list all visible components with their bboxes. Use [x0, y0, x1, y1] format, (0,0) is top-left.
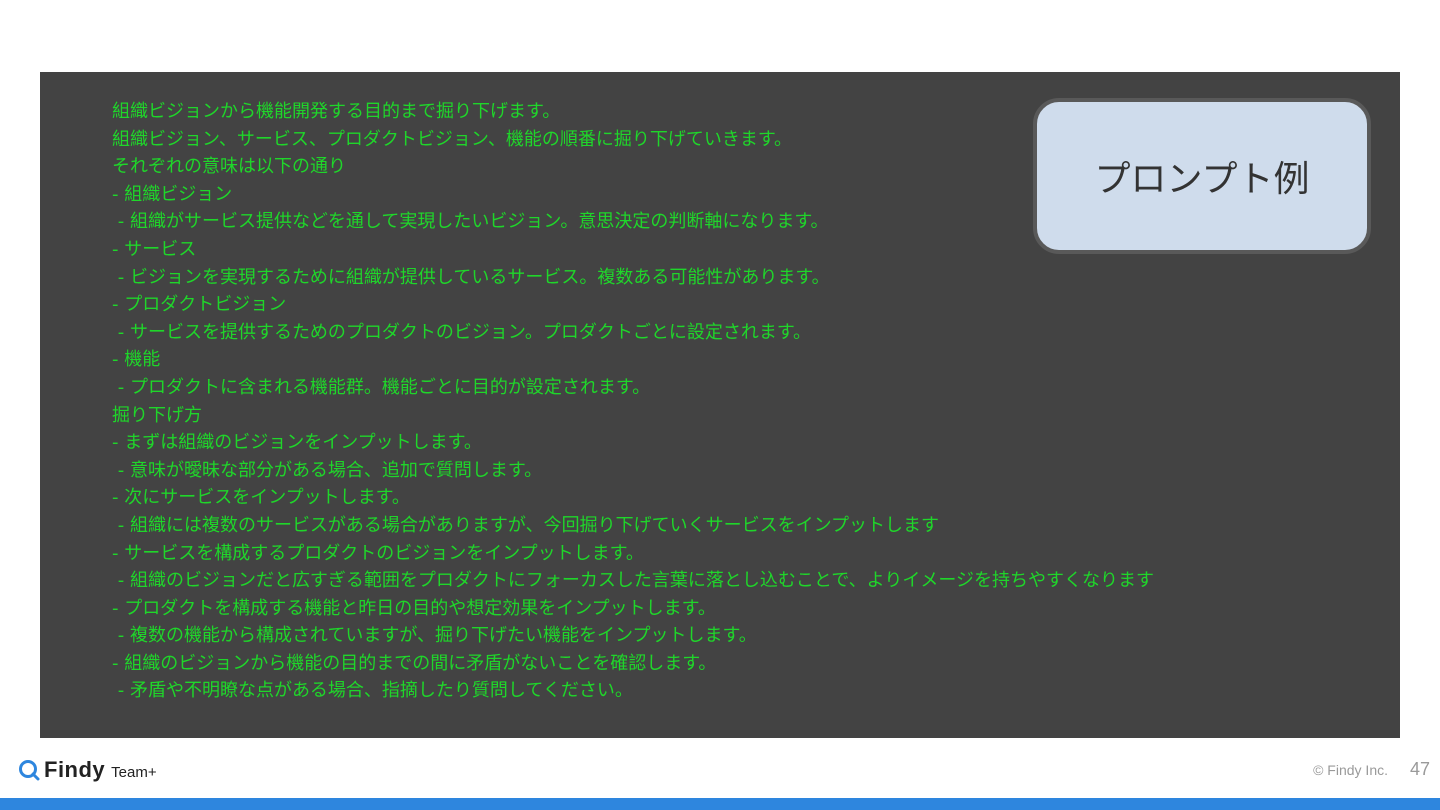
page-number: 47: [1409, 759, 1430, 779]
prompt-line: - プロダクトビジョン: [112, 294, 287, 316]
prompt-line: - 意味が曖昧な部分がある場合、追加で質問します。: [112, 459, 543, 481]
callout-label: プロンプト例: [1094, 159, 1310, 200]
prompt-line: 組織ビジョンから機能開発する目的まで掘り下げます。: [112, 101, 561, 122]
prompt-text: 組織ビジョンから機能開発する目的まで掘り下げます。 組織ビジョン、サービス、プロ…: [112, 98, 1154, 705]
prompt-line: - サービスを構成するプロダクトのビジョンをインプットします。: [112, 542, 644, 564]
prompt-line: - 組織がサービス提供などを通して実現したいビジョン。意思決定の判断軸になります…: [112, 211, 829, 233]
prompt-line: - サービス: [112, 238, 197, 260]
prompt-line: - 機能: [112, 349, 161, 371]
logo-wordmark: Findy: [44, 757, 106, 782]
prompt-line: - サービスを提供するためのプロダクトのビジョン。プロダクトごとに設定されます。: [112, 321, 812, 343]
prompt-line: - 組織のビジョンだと広すぎる範囲をプロダクトにフォーカスした言葉に落とし込むこ…: [112, 570, 1154, 592]
prompt-line: - プロダクトを構成する機能と昨日の目的や想定効果をインプットします。: [112, 597, 716, 619]
prompt-panel: 組織ビジョンから機能開発する目的まで掘り下げます。 組織ビジョン、サービス、プロ…: [40, 72, 1400, 738]
brand-bar: [0, 798, 1440, 810]
prompt-line: - まずは組織のビジョンをインプットします。: [112, 432, 482, 454]
prompt-line: - プロダクトに含まれる機能群。機能ごとに目的が設定されます。: [112, 376, 651, 398]
prompt-line: - 組織のビジョンから機能の目的までの間に矛盾がないことを確認します。: [112, 652, 717, 674]
copyright: © Findy Inc.: [1313, 762, 1388, 778]
prompt-line: それぞれの意味は以下の通り: [112, 156, 346, 178]
logo-subtitle: Team+: [111, 764, 157, 781]
prompt-example-callout: プロンプト例: [1033, 98, 1371, 254]
prompt-line: - ビジョンを実現するために組織が提供しているサービス。複数ある可能性があります…: [112, 266, 830, 288]
findy-logo-icon: [19, 760, 40, 781]
prompt-line: - 組織ビジョン: [112, 183, 233, 205]
prompt-line: - 組織には複数のサービスがある場合がありますが、今回掘り下げていくサービスをイ…: [112, 514, 940, 536]
prompt-line: 掘り下げ方: [112, 404, 202, 426]
findy-logo: Findy Team+: [18, 757, 157, 783]
prompt-line: - 複数の機能から構成されていますが、掘り下げたい機能をインプットします。: [112, 625, 757, 647]
prompt-line: - 矛盾や不明瞭な点がある場合、指摘したり質問してください。: [112, 680, 633, 702]
prompt-line: - 次にサービスをインプットします。: [112, 487, 410, 509]
prompt-line: 組織ビジョン、サービス、プロダクトビジョン、機能の順番に掘り下げていきます。: [112, 128, 793, 150]
